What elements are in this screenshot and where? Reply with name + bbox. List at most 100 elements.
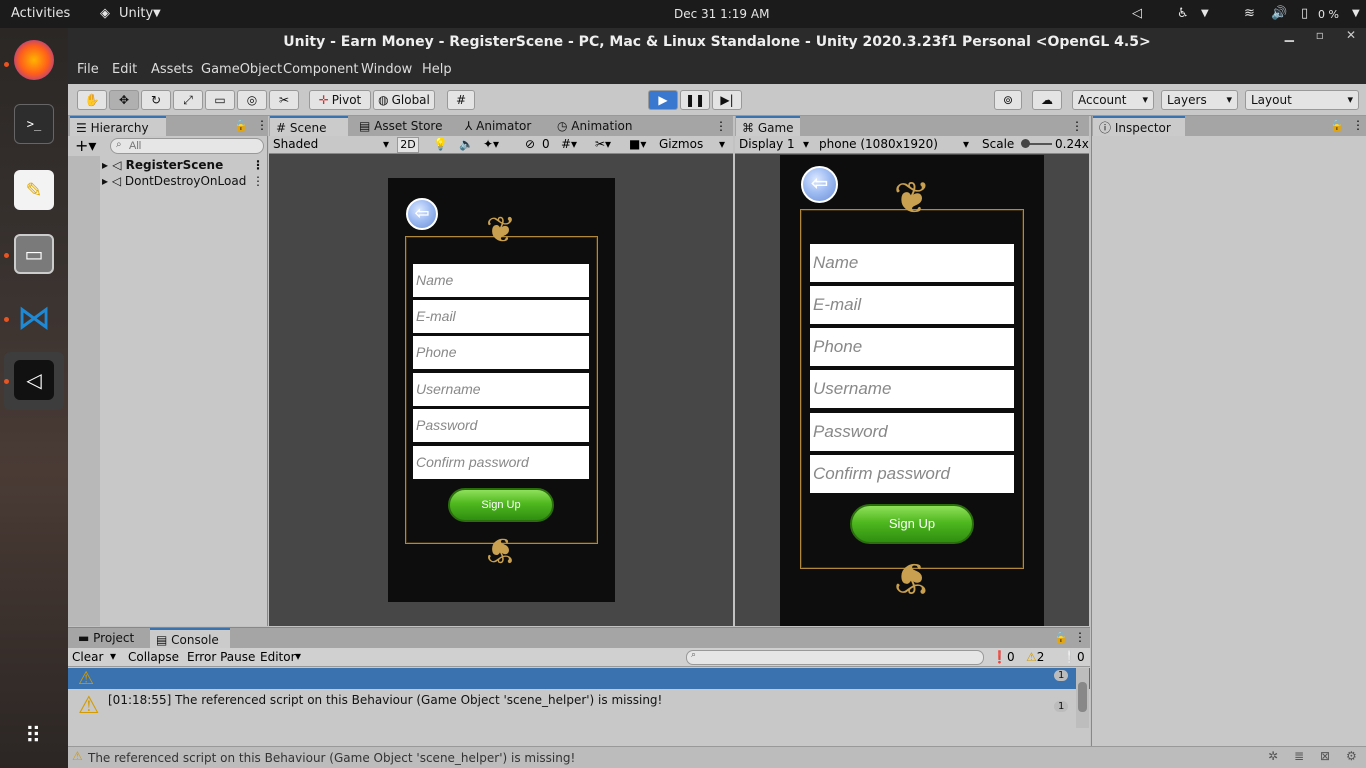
audio-icon[interactable]: 🔈	[459, 137, 474, 151]
name-field[interactable]: Name	[810, 244, 1014, 282]
confirm-password-field[interactable]: Confirm password	[413, 446, 589, 479]
light-icon[interactable]: 💡	[433, 137, 448, 151]
more-icon[interactable]: ⋮	[1074, 630, 1086, 644]
tab-hierarchy[interactable]: ☰ Hierarchy	[70, 116, 166, 136]
effects-icon[interactable]: ✦▾	[483, 137, 499, 151]
collab-icon[interactable]: ⊚	[994, 90, 1022, 110]
back-arrow-icon[interactable]: ⇦	[406, 198, 438, 230]
password-field[interactable]: Password	[810, 413, 1014, 451]
expand-arrow-icon[interactable]: ▸	[102, 174, 112, 188]
clock[interactable]: Dec 31 1:19 AM	[674, 7, 769, 21]
scale-tool-icon[interactable]: ⤢	[173, 90, 203, 110]
close-icon[interactable]: ✕	[1346, 28, 1356, 42]
tab-inspector[interactable]: ⓘ Inspector	[1093, 116, 1185, 136]
grid-toggle-icon[interactable]: #▾	[561, 137, 577, 151]
unity-tray-icon[interactable]: ◁	[1132, 6, 1142, 21]
bug-icon[interactable]: ✲	[1268, 749, 1278, 763]
cache-icon[interactable]: ≣	[1294, 749, 1304, 763]
menu-window[interactable]: Window	[361, 62, 412, 77]
lock-icon[interactable]: 🔒	[234, 119, 248, 132]
warning-filter[interactable]: ⚠2	[1026, 650, 1044, 664]
global-toggle[interactable]: ◍ Global	[373, 90, 435, 110]
more-icon[interactable]: ⋮	[252, 158, 264, 172]
menu-assets[interactable]: Assets	[151, 62, 193, 77]
expand-arrow-icon[interactable]: ▸	[102, 158, 112, 172]
accessibility-icon[interactable]: ♿	[1177, 6, 1189, 21]
clear-button[interactable]: Clear	[72, 650, 103, 664]
hierarchy-search-input[interactable]	[110, 138, 264, 154]
add-icon[interactable]: +▾	[75, 136, 96, 155]
menu-file[interactable]: File	[77, 62, 99, 77]
progress-icon[interactable]: ⊠	[1320, 749, 1330, 763]
unity-icon[interactable]: ◁	[14, 360, 54, 400]
editor-dropdown[interactable]: Editor	[260, 650, 296, 664]
camera-icon[interactable]: ■▾	[629, 137, 646, 151]
show-apps-icon[interactable]: ⠿	[14, 716, 54, 756]
gizmos-dropdown[interactable]: Gizmos ▾	[659, 137, 729, 151]
tools-icon[interactable]: ✂▾	[595, 137, 611, 151]
account-dropdown[interactable]: Account	[1072, 90, 1154, 110]
password-field[interactable]: Password	[413, 409, 589, 442]
name-field[interactable]: Name	[413, 264, 589, 297]
menu-edit[interactable]: Edit	[112, 62, 137, 77]
vscode-icon[interactable]: ⋈	[14, 298, 54, 338]
layout-dropdown[interactable]: Layout	[1245, 90, 1359, 110]
message-filter[interactable]: ❕0	[1062, 650, 1085, 664]
console-search-input[interactable]	[686, 650, 984, 665]
activities-button[interactable]: Activities	[11, 6, 70, 21]
grid-snap-icon[interactable]: #	[447, 90, 475, 110]
signup-button[interactable]: Sign Up	[850, 504, 974, 544]
tab-project[interactable]: ▬ Project	[72, 628, 148, 648]
step-button[interactable]: ▶|	[712, 90, 742, 110]
tab-console[interactable]: ▤ Console	[150, 628, 230, 648]
hidden-objects-icon[interactable]: ⊘	[525, 137, 535, 151]
tab-game[interactable]: ⌘ Game	[736, 116, 800, 136]
2d-toggle[interactable]: 2D	[397, 137, 419, 153]
username-field[interactable]: Username	[810, 370, 1014, 408]
scrollbar-thumb[interactable]	[1078, 682, 1087, 712]
clear-options-icon[interactable]: ▾	[110, 649, 116, 663]
more-icon[interactable]: ⋮	[715, 119, 727, 133]
more-icon[interactable]: ⋮	[1071, 119, 1083, 133]
email-field[interactable]: E-mail	[810, 286, 1014, 324]
phone-field[interactable]: Phone	[810, 328, 1014, 366]
text-editor-icon[interactable]: ✎	[14, 170, 54, 210]
resolution-dropdown[interactable]: phone (1080x1920) ▾	[819, 137, 973, 151]
pause-button[interactable]: ❚❚	[680, 90, 710, 110]
app-menu[interactable]: Unity	[119, 6, 153, 21]
rect-tool-icon[interactable]: ▭	[205, 90, 235, 110]
console-row[interactable]: ⚠ [01:18:55] The referenced script on th…	[68, 689, 1090, 725]
terminal-icon[interactable]: >_	[14, 104, 54, 144]
move-tool-icon[interactable]: ✥	[109, 90, 139, 110]
hand-tool-icon[interactable]: ✋	[77, 90, 107, 110]
pivot-toggle[interactable]: ✛ Pivot	[309, 90, 371, 110]
email-field[interactable]: E-mail	[413, 300, 589, 333]
error-filter[interactable]: ❗0	[992, 650, 1015, 664]
custom-tool-icon[interactable]: ✂	[269, 90, 299, 110]
username-field[interactable]: Username	[413, 373, 589, 406]
play-button[interactable]: ▶	[648, 90, 678, 110]
maximize-icon[interactable]: ▫	[1316, 28, 1324, 42]
tab-animation[interactable]: ◷ Animation	[551, 116, 641, 136]
status-message[interactable]: The referenced script on this Behaviour …	[88, 751, 575, 765]
volume-icon[interactable]: 🔊	[1271, 6, 1287, 21]
tab-animator[interactable]: ⅄ Animator	[459, 116, 539, 136]
files-icon[interactable]: ▭	[14, 234, 54, 274]
display-dropdown[interactable]: Display 1 ▾	[739, 137, 815, 151]
menu-help[interactable]: Help	[422, 62, 452, 77]
signup-button[interactable]: Sign Up	[448, 488, 554, 522]
wifi-icon[interactable]: ≋	[1244, 6, 1255, 21]
lock-icon[interactable]: 🔒	[1330, 119, 1344, 132]
shading-dropdown[interactable]: Shaded ▾	[273, 137, 389, 153]
lock-icon[interactable]: 🔒	[1054, 631, 1068, 644]
menu-component[interactable]: Component	[283, 62, 358, 77]
confirm-password-field[interactable]: Confirm password	[810, 455, 1014, 493]
layers-dropdown[interactable]: Layers	[1161, 90, 1238, 110]
hierarchy-item-dontdestroyonload[interactable]: ▸ ◁ DontDestroyOnLoad ⋮	[102, 174, 268, 190]
back-arrow-icon[interactable]: ⇦	[801, 166, 838, 203]
transform-tool-icon[interactable]: ◎	[237, 90, 267, 110]
phone-field[interactable]: Phone	[413, 336, 589, 369]
tab-scene[interactable]: # Scene	[270, 116, 348, 136]
more-icon[interactable]: ⋮	[256, 118, 268, 132]
settings-icon[interactable]: ⚙	[1346, 749, 1357, 763]
